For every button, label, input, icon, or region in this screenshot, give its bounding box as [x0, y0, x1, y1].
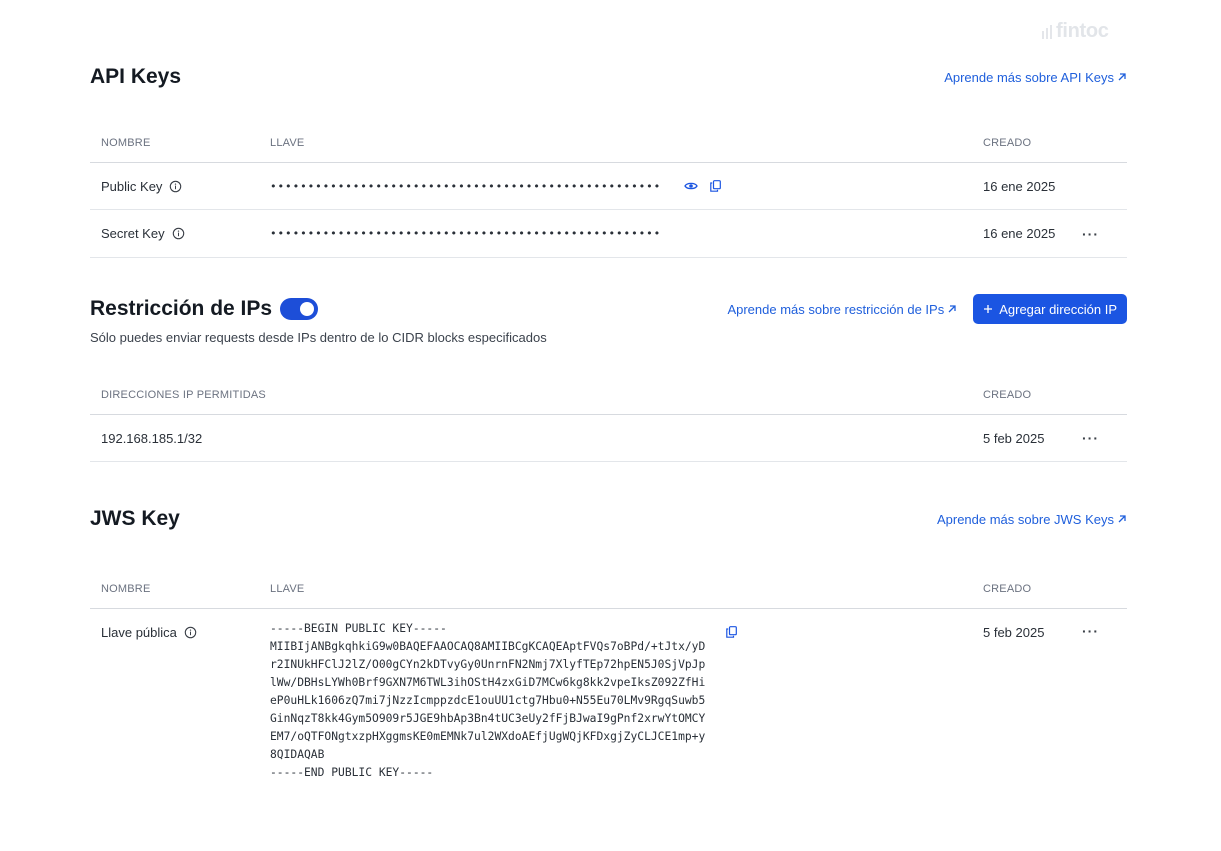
ip-restriction-learn-link-label: Aprende más sobre restricción de IPs	[727, 301, 945, 317]
info-icon[interactable]	[184, 626, 197, 639]
eye-icon[interactable]	[683, 178, 699, 194]
plus-icon	[984, 305, 993, 313]
public-key-pem: -----BEGIN PUBLIC KEY----- MIIBIjANBgkqh…	[270, 622, 706, 779]
logo-mark-icon	[1042, 24, 1052, 39]
jws-key-learn-link[interactable]: Aprende más sobre JWS Keys	[937, 512, 1127, 527]
ip-restriction-section: Restricción de IPs Aprende más sobre res…	[90, 294, 1127, 462]
column-header-created: CREADO	[983, 136, 1032, 149]
api-keys-header: API Keys Aprende más sobre API Keys	[90, 62, 1127, 92]
api-keys-table-header: NOMBRE LLAVE CREADO	[90, 123, 1127, 163]
jws-key-learn-link-label: Aprende más sobre JWS Keys	[936, 511, 1114, 527]
jws-key-header: JWS Key Aprende más sobre JWS Keys	[90, 504, 1127, 534]
masked-key: ••••••••••••••••••••••••••••••••••••••••…	[270, 227, 662, 240]
ip-restriction-subtitle: Sólo puedes enviar requests desde IPs de…	[90, 330, 547, 345]
api-keys-learn-link[interactable]: Aprende más sobre API Keys	[944, 70, 1127, 85]
key-name: Secret Key	[101, 226, 165, 241]
table-row-public-key: Public Key •••••••••••••••••••••••••••••…	[90, 163, 1127, 210]
masked-key: ••••••••••••••••••••••••••••••••••••••••…	[270, 179, 662, 193]
created-date: 5 feb 2025	[983, 430, 1045, 446]
info-icon[interactable]	[169, 180, 182, 193]
info-icon[interactable]	[172, 227, 185, 240]
table-row-ip: 192.168.185.1/32 5 feb 2025 ···	[90, 415, 1127, 462]
add-ip-button[interactable]: Agregar dirección IP	[973, 294, 1127, 324]
ip-address: 192.168.185.1/32	[101, 430, 203, 446]
api-keys-title: API Keys	[90, 65, 182, 88]
copy-icon[interactable]	[707, 178, 723, 194]
ip-restriction-learn-link[interactable]: Aprende más sobre restricción de IPs	[727, 302, 957, 317]
column-header-name: NOMBRE	[101, 136, 151, 149]
more-options-icon[interactable]: ···	[1082, 624, 1099, 638]
created-date: 16 ene 2025	[983, 178, 1056, 194]
logo-text: fintoc	[1056, 20, 1109, 42]
more-options-icon[interactable]: ···	[1082, 227, 1099, 241]
api-keys-learn-link-label: Aprende más sobre API Keys	[944, 69, 1114, 85]
table-row-secret-key: Secret Key •••••••••••••••••••••••••••••…	[90, 210, 1127, 258]
fintoc-logo: fintoc	[1042, 20, 1109, 43]
created-date: 5 feb 2025	[983, 625, 1045, 640]
jws-key-section: JWS Key Aprende más sobre JWS Keys NOMBR…	[90, 504, 1127, 782]
column-header-ips: DIRECCIONES IP PERMITIDAS	[101, 388, 266, 401]
jws-table-header: NOMBRE LLAVE CREADO	[90, 569, 1127, 609]
ip-restriction-title: Restricción de IPs	[90, 297, 273, 320]
column-header-key: LLAVE	[270, 582, 305, 595]
table-row-jws-key: Llave pública -----BEGIN PUBLIC KEY-----…	[90, 609, 1127, 782]
more-options-icon[interactable]: ···	[1082, 431, 1099, 445]
external-arrow-icon	[948, 305, 956, 313]
ip-table-header: DIRECCIONES IP PERMITIDAS CREADO	[90, 375, 1127, 415]
add-ip-button-label: Agregar dirección IP	[999, 301, 1117, 317]
column-header-created: CREADO	[983, 388, 1032, 401]
column-header-key: LLAVE	[270, 136, 305, 149]
ip-restriction-toggle[interactable]	[280, 298, 319, 320]
api-keys-section: API Keys Aprende más sobre API Keys NOMB…	[90, 62, 1127, 258]
external-arrow-icon	[1118, 73, 1126, 81]
jws-key-title: JWS Key	[90, 507, 180, 530]
key-name: Llave pública	[101, 625, 177, 640]
column-header-name: NOMBRE	[101, 582, 151, 595]
column-header-created: CREADO	[983, 582, 1032, 595]
created-date: 16 ene 2025	[983, 226, 1056, 241]
ip-restriction-header: Restricción de IPs Aprende más sobre res…	[90, 294, 1127, 324]
copy-icon[interactable]	[723, 624, 739, 640]
key-name: Public Key	[101, 178, 163, 194]
external-arrow-icon	[1118, 515, 1126, 523]
